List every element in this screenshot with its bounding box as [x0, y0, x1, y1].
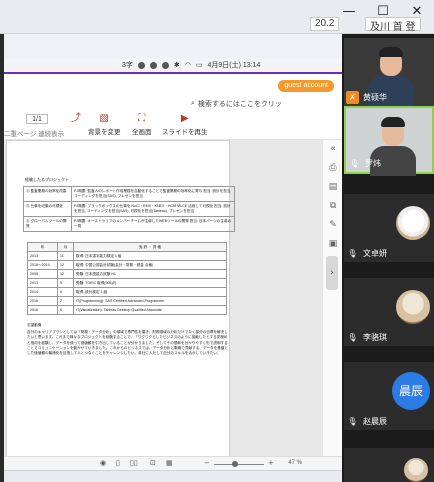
browser-header [4, 34, 342, 58]
guest-badge[interactable]: guest account [278, 80, 334, 92]
participant-name: 赵晨辰 [363, 417, 387, 426]
grid-icon[interactable]: ▦ [166, 459, 173, 467]
battery-icon: ▭ [195, 62, 203, 69]
project-name: ④ 監査業務の効率化改善 [23, 186, 72, 202]
print-icon[interactable]: ⎙ [323, 159, 343, 178]
viewer-bottombar: ◉ ▯ ▯▯ ⊡ ▦ − + 47 % [4, 456, 342, 470]
system-statusbar: 3字 ✱ ◠ ▭ 4月9日(土) 13:14 [4, 58, 342, 72]
fullscreen-icon: ⛶ [138, 113, 146, 124]
page-indicator[interactable]: 1/1 [22, 114, 48, 124]
table-row: 2018〜2019 12 取得: 中国公認会計試験(会計・財務・税金 合格) [27, 260, 227, 270]
prev-page-icon[interactable]: ⤴ [70, 114, 82, 126]
participant-name: 罗炜 [365, 159, 381, 168]
zoom-in-icon[interactable]: + [268, 459, 274, 467]
record-status-icon [149, 61, 157, 69]
datetime: 4月9日(土) 13:14 [207, 62, 261, 69]
table-row: 2016 6 IT(Visualization): Tableau Desktop … [27, 305, 227, 315]
participant-tile[interactable]: 🎙 李骆琪 [344, 278, 434, 346]
fit-icon[interactable]: ⊡ [150, 459, 156, 467]
table-row: 2014 6 取得: 統計検定 1 級 [27, 287, 227, 297]
project-desc: PJ概要: 監査人のレポート作成業務を自動化することで監査業務の効率化に寄与 担… [71, 186, 235, 202]
mic-icon[interactable]: 🎙 [346, 415, 359, 428]
col-year: 年 [27, 242, 58, 252]
qualifications-table: 年 月 免 許 ・ 資 格 2013 11 取得: 日本漢字能力検定 1 級 201… [27, 242, 227, 315]
cat-avatar [396, 290, 430, 324]
participant-name: 文卓妍 [363, 249, 387, 258]
background-icon: ▧ [99, 113, 109, 124]
dog-avatar [396, 206, 430, 240]
page-current[interactable]: 1/1 [26, 114, 48, 124]
single-page-icon[interactable]: ▯ [116, 459, 120, 467]
search-icon: ⌕ [191, 100, 195, 107]
zoom-slider-knob[interactable] [232, 461, 238, 467]
camera-status-icon [161, 61, 169, 69]
participant-tile[interactable]: 晨辰 🎙 赵晨辰 [344, 362, 434, 430]
toolbar-row2[interactable]: 二重ページ 連続表示 [4, 128, 342, 138]
participant-name: 李骆琪 [363, 333, 387, 342]
table-row: 2013 5 受験: TOEIC 取得(905点) [27, 278, 227, 288]
zoom-slider[interactable] [214, 464, 264, 465]
bluetooth-icon: ✱ [173, 62, 180, 69]
copy-icon[interactable]: ⧉ [323, 197, 343, 216]
project-name: ⑥ グローバルツールの開発 [23, 216, 72, 232]
taskbar [4, 470, 342, 482]
table-row: 2005 12 受験: 日本語能力試験 N1 [27, 269, 227, 279]
mic-icon[interactable]: 🎙 [346, 331, 359, 344]
mic-icon[interactable]: 🎙 [348, 157, 361, 170]
eye-icon[interactable]: ◉ [100, 459, 106, 467]
zoom-chip[interactable]: 20.2 [310, 17, 340, 31]
minimize-icon[interactable]: — [338, 4, 360, 20]
app-chip[interactable]: 及川 首 登 [365, 17, 421, 33]
col-license: 免 許 ・ 資 格 [73, 242, 227, 252]
window-titlebar: — ☐ ✕ 20.2 及川 首 登 [0, 0, 434, 34]
edit-icon[interactable]: ✎ [323, 216, 343, 235]
expand-panel-arrow[interactable]: › [326, 256, 338, 290]
section-title: 経験したるプロジェクト [25, 177, 69, 182]
screen: — ☐ ✕ 20.2 及川 首 登 3字 ✱ ◠ ▭ 4月9日(土) 13:14… [0, 0, 434, 482]
zoom-out-icon[interactable]: − [204, 459, 210, 467]
table-row: 2013 11 取得: 日本漢字能力検定 1 級 [27, 251, 227, 261]
scan-icon[interactable]: ▣ [323, 235, 343, 254]
participant-name: 黄硕华 [363, 93, 387, 102]
table-row: ⑥ グローバルツールの開発 PJ概要: オーストラリアのメンバーチームが主導した… [23, 216, 235, 232]
participant-tile[interactable]: 🎙 罗炜 [344, 106, 434, 176]
essay-text: 自分のキャリアプランとしては「財務・データ分析」の領域で専門性を磨き、財務領域の… [27, 330, 229, 356]
viewer-toolbar: guest account ⌕ 検索するにはここをクリッ 1/1 ⤴ ▧ 背景を… [4, 74, 342, 140]
zoom-level: 47 % [288, 460, 302, 466]
participant-tile[interactable] [344, 448, 434, 482]
search-placeholder: 検索するにはここをクリッ [197, 101, 282, 108]
play-icon: ▶ [180, 113, 189, 124]
input-indicator: 3字 [122, 62, 133, 69]
document-page: 経験したるプロジェクト ④ 監査業務の効率化改善 PJ概要: 監査人のレポート作… [6, 140, 235, 456]
table-row: ⑤ 仕事を収集の可視化 PJ概要: ブラックボックスの仕事を NoCl・RMX・… [23, 201, 235, 217]
col-month: 月 [57, 242, 74, 252]
mic-muted-icon[interactable]: ✗ [346, 91, 359, 104]
initial-avatar: 晨辰 [392, 372, 430, 410]
partial-avatar [404, 458, 428, 482]
table-row: 2016 2 IT(Programming): SAS Certified Adva… [27, 296, 227, 306]
search-box[interactable]: ⌕ 検索するにはここをクリッ [191, 98, 331, 110]
essay-block: 志望動機 自分のキャリアプランとしては「財務・データ分析」の領域で専門性を磨き、… [27, 323, 229, 356]
two-page-icon[interactable]: ▯▯ [130, 459, 138, 467]
document-area[interactable]: 経験したるプロジェクト ④ 監査業務の効率化改善 PJ概要: 監査人のレポート作… [4, 140, 322, 456]
mic-status-icon [137, 61, 145, 69]
project-desc: PJ概要: ブラックボックスの仕事を NoCl・RMX・KNEX・HCM MLC… [71, 201, 235, 217]
wifi-icon: ◠ [184, 62, 191, 69]
collapse-icon[interactable]: « [323, 140, 343, 159]
mic-icon[interactable]: 🎙 [346, 247, 359, 260]
project-name: ⑤ 仕事を収集の可視化 [23, 201, 72, 217]
participant-tile[interactable]: ✗ 黄硕华 [344, 38, 434, 106]
table-row: ④ 監査業務の効率化改善 PJ概要: 監査人のレポート作成業務を自動化することで… [23, 186, 235, 202]
thumbnail-icon[interactable]: ▤ [323, 178, 343, 197]
table-header: 年 月 免 許 ・ 資 格 [27, 242, 227, 252]
viewer-side-rail: « ⎙ ▤ ⧉ ✎ ▣ ⌂ ⚙ [322, 140, 342, 456]
participant-tile[interactable]: 🎙 文卓妍 [344, 194, 434, 262]
project-desc: PJ概要: オーストラリアのメンバーチームが主導したWEBツールの開発 担当: … [71, 216, 235, 232]
participants-panel: ✗ 黄硕华 🎙 罗炜 🎙 文卓妍 🎙 李骆琪 晨辰 🎙 赵晨辰 [342, 34, 434, 482]
project-table: ④ 監査業務の効率化改善 PJ概要: 監査人のレポート作成業務を自動化することで… [23, 186, 235, 232]
essay-title: 志望動機 [27, 323, 42, 327]
